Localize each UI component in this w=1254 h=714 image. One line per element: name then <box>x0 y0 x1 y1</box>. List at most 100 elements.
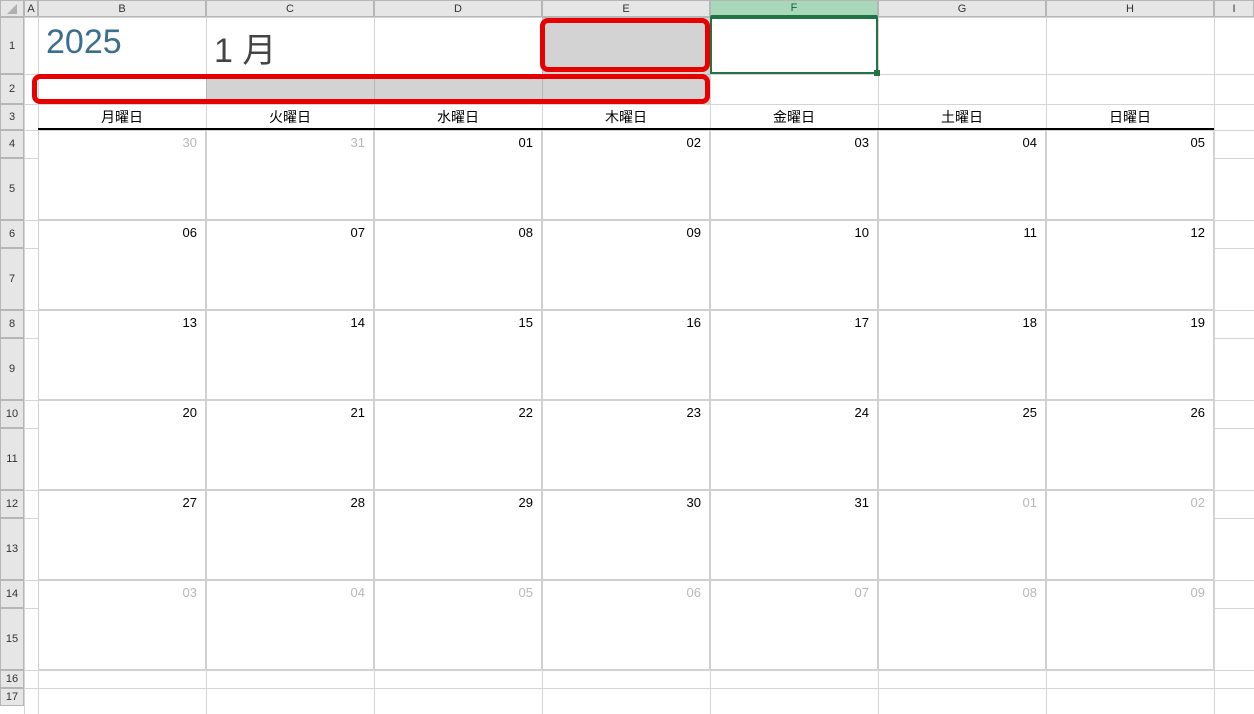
calendar-cell[interactable]: 29 <box>374 490 542 580</box>
calendar-cell[interactable]: 08 <box>878 580 1046 670</box>
calendar-date: 15 <box>519 315 533 330</box>
calendar-cell[interactable]: 12 <box>1046 220 1214 310</box>
calendar-cell[interactable]: 28 <box>206 490 374 580</box>
dow-header: 木曜日 <box>542 104 710 130</box>
calendar-date: 06 <box>183 225 197 240</box>
row-header-8[interactable]: 8 <box>0 310 24 338</box>
calendar-cell[interactable]: 04 <box>878 130 1046 220</box>
row-header-4[interactable]: 4 <box>0 130 24 158</box>
calendar-date: 06 <box>687 585 701 600</box>
calendar-cell[interactable]: 03 <box>710 130 878 220</box>
row-header-9[interactable]: 9 <box>0 338 24 400</box>
calendar-date: 20 <box>183 405 197 420</box>
calendar-cell[interactable]: 06 <box>38 220 206 310</box>
calendar-cell[interactable]: 04 <box>206 580 374 670</box>
calendar-cell[interactable]: 07 <box>710 580 878 670</box>
calendar-date: 31 <box>855 495 869 510</box>
calendar-date: 04 <box>1023 135 1037 150</box>
calendar-date: 12 <box>1191 225 1205 240</box>
col-header-H[interactable]: H <box>1046 0 1214 17</box>
row-header-6[interactable]: 6 <box>0 220 24 248</box>
calendar-cell[interactable]: 18 <box>878 310 1046 400</box>
col-header-G[interactable]: G <box>878 0 1046 17</box>
calendar-cell[interactable]: 02 <box>1046 490 1214 580</box>
calendar-date: 02 <box>1191 495 1205 510</box>
calendar-cell[interactable]: 01 <box>374 130 542 220</box>
calendar-cell[interactable]: 19 <box>1046 310 1214 400</box>
calendar-cell[interactable]: 20 <box>38 400 206 490</box>
col-header-E[interactable]: E <box>542 0 710 17</box>
dow-header: 火曜日 <box>206 104 374 130</box>
dow-header: 水曜日 <box>374 104 542 130</box>
calendar-date: 07 <box>855 585 869 600</box>
calendar-cell[interactable]: 27 <box>38 490 206 580</box>
active-cell-ring <box>710 17 878 74</box>
calendar-cell[interactable]: 24 <box>710 400 878 490</box>
calendar-cell[interactable]: 08 <box>374 220 542 310</box>
calendar-cell[interactable]: 10 <box>710 220 878 310</box>
gridline <box>24 670 1254 671</box>
row-header-14[interactable]: 14 <box>0 580 24 608</box>
calendar-cell[interactable]: 25 <box>878 400 1046 490</box>
row-header-13[interactable]: 13 <box>0 518 24 580</box>
calendar-cell[interactable]: 14 <box>206 310 374 400</box>
calendar-date: 11 <box>1024 225 1038 240</box>
calendar-cell[interactable]: 09 <box>1046 580 1214 670</box>
calendar-date: 23 <box>687 405 701 420</box>
calendar-cell[interactable]: 30 <box>38 130 206 220</box>
calendar-date: 30 <box>687 495 701 510</box>
row-header-5[interactable]: 5 <box>0 158 24 220</box>
calendar-date: 03 <box>855 135 869 150</box>
calendar-cell[interactable]: 16 <box>542 310 710 400</box>
row-header-1[interactable]: 1 <box>0 17 24 74</box>
row-header-12[interactable]: 12 <box>0 490 24 518</box>
row-header-11[interactable]: 11 <box>0 428 24 490</box>
row-header-3[interactable]: 3 <box>0 104 24 130</box>
calendar-cell[interactable]: 13 <box>38 310 206 400</box>
col-header-B[interactable]: B <box>38 0 206 17</box>
calendar-cell[interactable]: 26 <box>1046 400 1214 490</box>
calendar-cell[interactable]: 17 <box>710 310 878 400</box>
calendar-date: 22 <box>519 405 533 420</box>
calendar-cell[interactable]: 15 <box>374 310 542 400</box>
fill-handle[interactable] <box>874 70 880 76</box>
row-header-7[interactable]: 7 <box>0 248 24 310</box>
calendar-cell[interactable]: 30 <box>542 490 710 580</box>
calendar-cell[interactable]: 31 <box>206 130 374 220</box>
calendar-cell[interactable]: 05 <box>1046 130 1214 220</box>
dow-header: 金曜日 <box>710 104 878 130</box>
row-header-10[interactable]: 10 <box>0 400 24 428</box>
calendar-cell[interactable]: 06 <box>542 580 710 670</box>
calendar-cell[interactable]: 09 <box>542 220 710 310</box>
calendar-cell[interactable]: 03 <box>38 580 206 670</box>
col-header-A[interactable]: A <box>24 0 38 17</box>
col-header-D[interactable]: D <box>374 0 542 17</box>
calendar-date: 08 <box>519 225 533 240</box>
calendar-cell[interactable]: 31 <box>710 490 878 580</box>
calendar-cell[interactable]: 01 <box>878 490 1046 580</box>
dow-header: 日曜日 <box>1046 104 1214 130</box>
col-header-I[interactable]: I <box>1214 0 1254 17</box>
row-header-16[interactable]: 16 <box>0 670 24 688</box>
calendar-date: 17 <box>855 315 869 330</box>
calendar-date: 09 <box>1191 585 1205 600</box>
calendar-date: 01 <box>1023 495 1037 510</box>
col-header-F[interactable]: F <box>710 0 878 17</box>
calendar-cell[interactable]: 02 <box>542 130 710 220</box>
calendar-cell[interactable]: 11 <box>878 220 1046 310</box>
row-header-2[interactable]: 2 <box>0 74 24 104</box>
calendar-date: 24 <box>855 405 869 420</box>
calendar-cell[interactable]: 07 <box>206 220 374 310</box>
calendar-date: 21 <box>351 405 365 420</box>
highlight-fill <box>542 17 710 74</box>
calendar-cell[interactable]: 05 <box>374 580 542 670</box>
calendar-cell[interactable]: 22 <box>374 400 542 490</box>
select-all-corner[interactable] <box>0 0 24 17</box>
calendar-date: 30 <box>183 135 197 150</box>
row-header-17[interactable]: 17 <box>0 688 24 706</box>
row-header-15[interactable]: 15 <box>0 608 24 670</box>
calendar-cell[interactable]: 23 <box>542 400 710 490</box>
calendar-date: 03 <box>183 585 197 600</box>
col-header-C[interactable]: C <box>206 0 374 17</box>
calendar-cell[interactable]: 21 <box>206 400 374 490</box>
